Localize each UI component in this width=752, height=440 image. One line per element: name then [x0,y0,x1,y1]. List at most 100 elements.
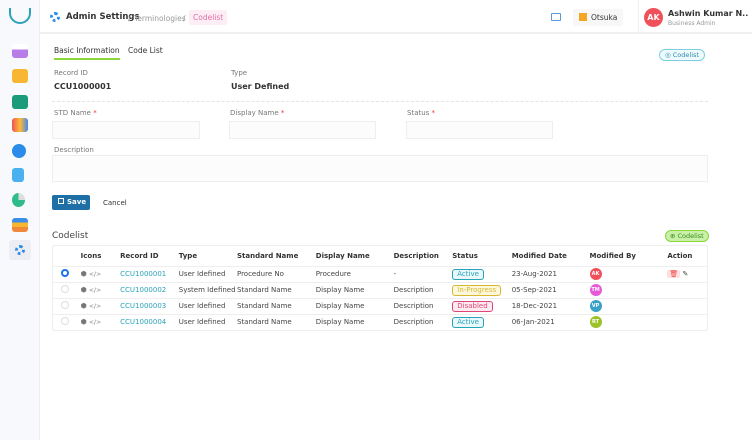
divider [52,101,708,102]
breadcrumb-sep: / [183,14,186,23]
modified-date-cell: 05-Sep-2021 [511,281,590,298]
column-header: Standard Name [236,251,299,260]
type-cell: User Idefined [178,297,237,314]
modified-by-avatar: RT [589,316,602,329]
globe-icon[interactable] [12,144,26,158]
table-row[interactable]: ⬢ </> CCU1000002 System Idefined Standar… [53,281,707,298]
status-badge: In-Progress [452,284,502,296]
row-radio[interactable] [61,301,69,309]
column-header: Modified By [589,251,636,260]
add-codelist-button[interactable]: ⊕ Codelist [665,230,709,242]
pie-chart-icon[interactable] [12,193,25,207]
books-icon[interactable] [12,118,28,132]
record-id-label: Record ID [54,69,88,77]
code-icon[interactable]: </> [89,287,101,294]
description-textarea[interactable] [52,155,708,182]
gear-icon [50,12,60,22]
codelist-table: Icons Record ID Type Standard Name Display N… [52,245,708,331]
document-icon[interactable] [12,168,24,182]
code-icon[interactable]: </> [89,319,101,326]
briefcase-icon[interactable] [12,95,28,109]
type-value: User Defined [231,82,290,91]
code-icon[interactable]: </> [89,303,101,310]
analytics-icon[interactable] [12,44,28,58]
table-row[interactable]: ⬢ </> CCU1000001 User Idefined Procedure… [53,265,707,282]
box-icon[interactable] [12,69,28,83]
type-cell: System Idefined [178,281,237,298]
status-input[interactable] [406,121,553,139]
breadcrumb-current: Codelist [189,10,228,25]
display-name-cell: Display Name [315,281,394,298]
tab-label: Basic Information [54,46,120,55]
breadcrumb-terminologies[interactable]: Terminologies [134,14,186,23]
gear-icon [15,245,25,255]
modified-by-avatar: TM [589,284,602,296]
tab-basic-information[interactable]: Basic Information [54,46,120,60]
header-divider [638,0,639,32]
cube-icon[interactable]: ⬢ [81,286,87,294]
display-name-cell: Procedure [315,265,394,282]
cube-icon[interactable]: ⬢ [81,302,87,310]
standard-name-cell: Standard Name [236,281,316,298]
description-label: Description [54,146,94,154]
std-name-input[interactable] [52,121,200,139]
column-header: Display Name [315,251,370,260]
layers-icon[interactable] [12,218,28,232]
display-name-cell: Display Name [315,313,394,330]
codelist-heading: Codelist [52,231,89,241]
standard-name-cell: Standard Name [236,297,316,314]
column-header: Status [452,251,478,260]
cube-icon[interactable]: ⬢ [81,318,87,326]
codelist-badge[interactable]: ◎ Codelist [659,49,705,61]
delete-icon[interactable]: 🗑 [667,270,681,278]
standard-name-cell: Procedure No [236,265,316,282]
column-header: Action [667,251,693,260]
save-icon [58,198,64,204]
modified-by-avatar: AK [589,268,602,280]
record-id-link[interactable]: CCU1000001 [120,270,166,278]
status-badge: Active [452,316,484,328]
modified-date-cell: 18-Dec-2021 [511,297,590,314]
description-cell: Description [393,281,453,298]
org-name: Otsuka [591,13,618,22]
cube-icon[interactable]: ⬢ [81,270,87,278]
book-icon[interactable] [551,13,561,21]
description-cell: Description [393,297,453,314]
edit-icon[interactable]: ✎ [682,270,688,278]
table-row[interactable]: ⬢ </> CCU1000003 User Idefined Standard … [53,297,707,314]
settings-nav-active[interactable] [9,240,31,260]
modified-date-cell: 06-Jan-2021 [511,313,590,330]
record-id-link[interactable]: CCU1000004 [120,318,166,326]
row-radio[interactable] [61,285,69,293]
record-id-link[interactable]: CCU1000003 [120,302,166,310]
row-radio[interactable] [61,317,69,326]
user-avatar[interactable]: AK [644,8,663,27]
org-selector[interactable]: Otsuka [573,9,623,26]
sidebar [0,0,40,440]
top-header: Admin Settings / Terminologies / Codelis… [40,0,752,34]
breadcrumb-sep: / [128,14,131,23]
tab-code-list[interactable]: Code List [128,46,163,55]
column-header: Record ID [120,251,159,260]
type-cell: User Idefined [178,265,237,282]
description-cell: Description [393,313,453,330]
user-role: Business Admin [668,20,716,27]
column-header: Modified Date [511,251,567,260]
column-header: Description [393,251,439,260]
record-id-link[interactable]: CCU1000002 [120,286,166,294]
status-badge: Active [452,268,484,280]
modified-date-cell: 23-Aug-2021 [511,265,590,282]
table-row[interactable]: ⬢ </> CCU1000004 User Idefined Standard … [53,313,707,330]
column-header: Type [178,251,198,260]
standard-name-cell: Standard Name [236,313,316,330]
save-button[interactable]: Save [52,195,90,210]
display-name-label: Display Name * [230,109,285,117]
type-label: Type [231,69,248,77]
code-icon[interactable]: </> [89,271,101,278]
type-cell: User Idefined [178,313,237,330]
row-radio[interactable] [61,269,69,277]
user-name[interactable]: Ashwin Kumar N.. [668,9,748,18]
display-name-input[interactable] [229,121,376,139]
cancel-button[interactable]: Cancel [103,199,127,207]
modified-by-avatar: VP [589,300,602,312]
